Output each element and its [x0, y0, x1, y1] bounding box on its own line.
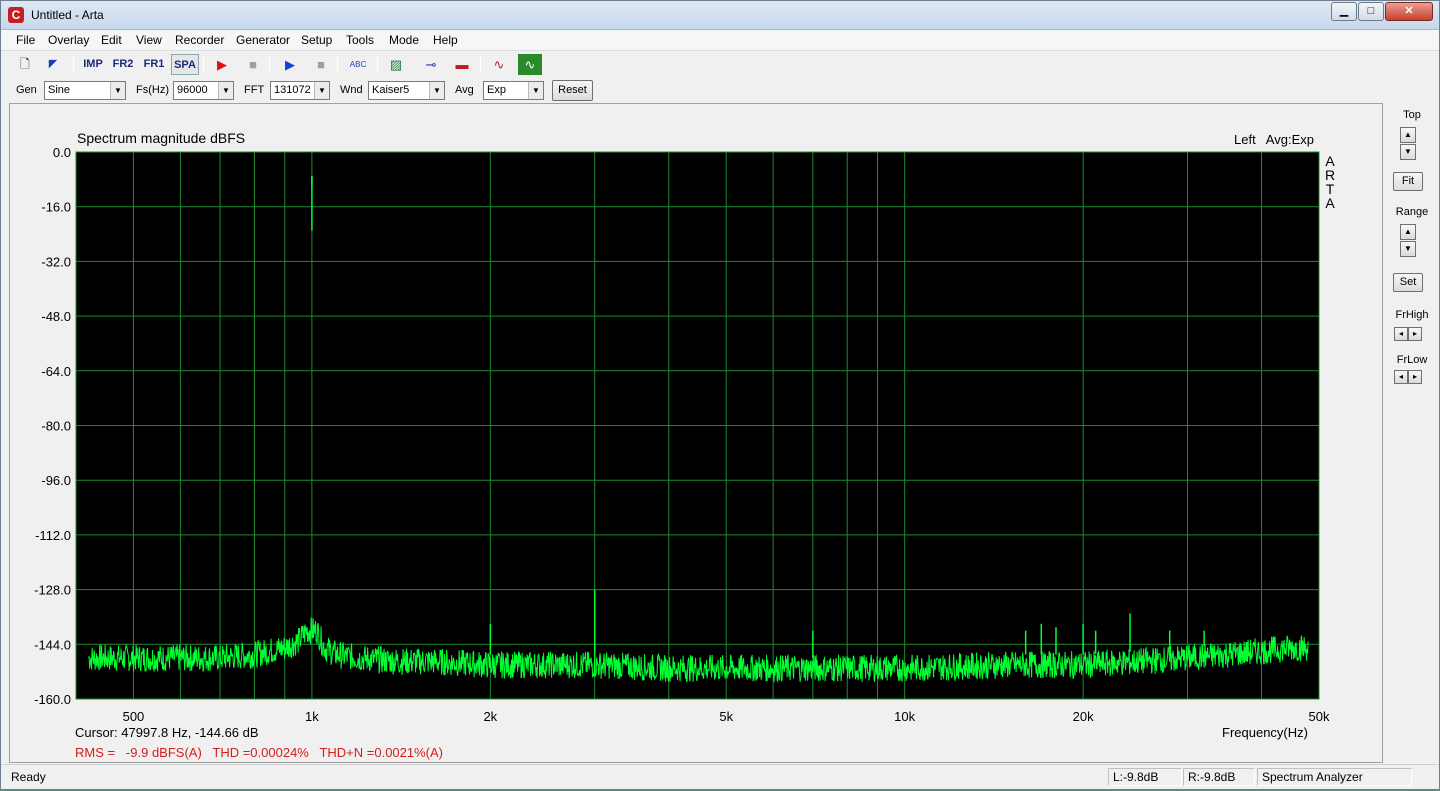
- open-icon[interactable]: ◤: [41, 54, 65, 75]
- toolbar-separator: [480, 56, 481, 73]
- window-title: Untitled - Arta: [31, 8, 104, 22]
- chevron-down-icon[interactable]: ▼: [429, 82, 444, 99]
- menu-generator[interactable]: Generator: [236, 33, 290, 47]
- cursor-readout: Cursor: 47997.8 Hz, -144.66 dB: [75, 725, 259, 740]
- toolbar-separator: [203, 56, 204, 73]
- maximize-button[interactable]: □: [1358, 2, 1384, 21]
- params-bar: Gen Sine ▼ Fs(Hz) 96000 ▼ FFT 131072 ▼ W…: [1, 78, 1439, 103]
- sine-red-icon[interactable]: ∿: [487, 54, 511, 75]
- range-up-spin[interactable]: ▲: [1400, 224, 1416, 240]
- app-window: C Untitled - Arta ▁ □ ✕ File Overlay Edi…: [0, 0, 1440, 790]
- probe-icon[interactable]: ⊸: [419, 54, 443, 75]
- stop2-icon[interactable]: ■: [309, 54, 333, 75]
- new-doc-icon[interactable]: 🗋: [13, 54, 37, 75]
- hatch-icon[interactable]: ▨: [384, 54, 408, 75]
- stop-icon[interactable]: ■: [241, 54, 265, 75]
- frlow-left-spin[interactable]: ◂: [1394, 370, 1408, 384]
- toolbar-separator: [73, 56, 74, 73]
- gen-label: Gen: [16, 84, 37, 96]
- fft-value: 131072: [274, 84, 311, 96]
- chevron-down-icon[interactable]: ▼: [110, 82, 125, 99]
- range-label: Range: [1395, 206, 1429, 218]
- top-up-spin[interactable]: ▲: [1400, 127, 1416, 143]
- menu-file[interactable]: File: [16, 33, 35, 47]
- rms-thd-readout: RMS = -9.9 dBFS(A) THD =0.00024% THD+N =…: [75, 745, 444, 760]
- fr2-mode-button[interactable]: FR2: [109, 54, 137, 75]
- fr1-mode-button[interactable]: FR1: [140, 54, 168, 75]
- x-axis-title: Frequency(Hz): [1222, 725, 1308, 740]
- menu-recorder[interactable]: Recorder: [175, 33, 224, 47]
- set-button[interactable]: Set: [1393, 273, 1423, 292]
- side-panel: Top ▲ ▼ Fit Range ▲ ▼ Set FrHigh ◂ ▸ FrL…: [1385, 103, 1439, 763]
- toolbar-separator: [269, 56, 270, 73]
- toolbar-separator: [377, 56, 378, 73]
- title-bar[interactable]: C Untitled - Arta ▁ □ ✕: [1, 1, 1439, 30]
- fft-select[interactable]: 131072 ▼: [270, 81, 330, 100]
- gen-select[interactable]: Sine ▼: [44, 81, 126, 100]
- gen-value: Sine: [48, 84, 71, 96]
- menu-view[interactable]: View: [136, 33, 162, 47]
- app-icon[interactable]: C: [8, 7, 24, 23]
- plot-title: Spectrum magnitude dBFS: [77, 130, 246, 146]
- avg-value: Exp: [487, 84, 506, 96]
- plot-channel-info: Left Avg:Exp: [1234, 132, 1314, 147]
- right-level-readout: R:-9.8dB: [1183, 768, 1255, 786]
- menu-overlay[interactable]: Overlay: [48, 33, 89, 47]
- plot-area-panel: [9, 103, 1383, 763]
- toolbar: 🗋 ◤ IMP FR2 FR1 SPA ▶ ■ ▶ ■ ABC ▨ ⊸ ▬ ∿ …: [1, 52, 1439, 77]
- wnd-select[interactable]: Kaiser5 ▼: [368, 81, 445, 100]
- fs-value: 96000: [177, 84, 208, 96]
- avg-select[interactable]: Exp ▼: [483, 81, 544, 100]
- abc-icon[interactable]: ABC: [345, 54, 371, 75]
- avg-label: Avg: [455, 84, 474, 96]
- play-blue-icon[interactable]: ▶: [278, 54, 302, 75]
- frhigh-label: FrHigh: [1395, 309, 1429, 321]
- top-down-spin[interactable]: ▼: [1400, 144, 1416, 160]
- fit-button[interactable]: Fit: [1393, 172, 1423, 191]
- sine-green-icon[interactable]: ∿: [518, 54, 542, 75]
- fft-label: FFT: [244, 84, 265, 96]
- close-button[interactable]: ✕: [1385, 2, 1433, 21]
- frhigh-right-spin[interactable]: ▸: [1408, 327, 1422, 341]
- left-level-readout: L:-9.8dB: [1108, 768, 1182, 786]
- menu-help[interactable]: Help: [433, 33, 458, 47]
- status-bar: Ready L:-9.8dB R:-9.8dB Spectrum Analyze…: [1, 764, 1439, 789]
- minimize-button[interactable]: ▁: [1331, 2, 1357, 21]
- record-play-red-icon[interactable]: ▶: [210, 54, 234, 75]
- fs-label: Fs(Hz): [136, 84, 169, 96]
- level-icon[interactable]: ▬: [450, 54, 474, 75]
- frlow-right-spin[interactable]: ▸: [1408, 370, 1422, 384]
- chevron-down-icon[interactable]: ▼: [314, 82, 329, 99]
- reset-button[interactable]: Reset: [552, 80, 593, 101]
- mode-readout: Spectrum Analyzer: [1257, 768, 1412, 786]
- range-down-spin[interactable]: ▼: [1400, 241, 1416, 257]
- menu-bar: File Overlay Edit View Recorder Generato…: [1, 30, 1439, 51]
- imp-mode-button[interactable]: IMP: [79, 54, 107, 75]
- menu-edit[interactable]: Edit: [101, 33, 122, 47]
- menu-setup[interactable]: Setup: [301, 33, 332, 47]
- wnd-label: Wnd: [340, 84, 363, 96]
- toolbar-separator: [337, 56, 338, 73]
- wnd-value: Kaiser5: [372, 84, 410, 96]
- menu-mode[interactable]: Mode: [389, 33, 419, 47]
- top-label: Top: [1403, 109, 1421, 121]
- frhigh-left-spin[interactable]: ◂: [1394, 327, 1408, 341]
- frlow-label: FrLow: [1396, 354, 1428, 366]
- spa-mode-button[interactable]: SPA: [171, 54, 199, 75]
- menu-tools[interactable]: Tools: [346, 33, 374, 47]
- fs-select[interactable]: 96000 ▼: [173, 81, 234, 100]
- chevron-down-icon[interactable]: ▼: [528, 82, 543, 99]
- status-text: Ready: [11, 770, 46, 784]
- chevron-down-icon[interactable]: ▼: [218, 82, 233, 99]
- arta-watermark: A R T A: [1324, 153, 1336, 211]
